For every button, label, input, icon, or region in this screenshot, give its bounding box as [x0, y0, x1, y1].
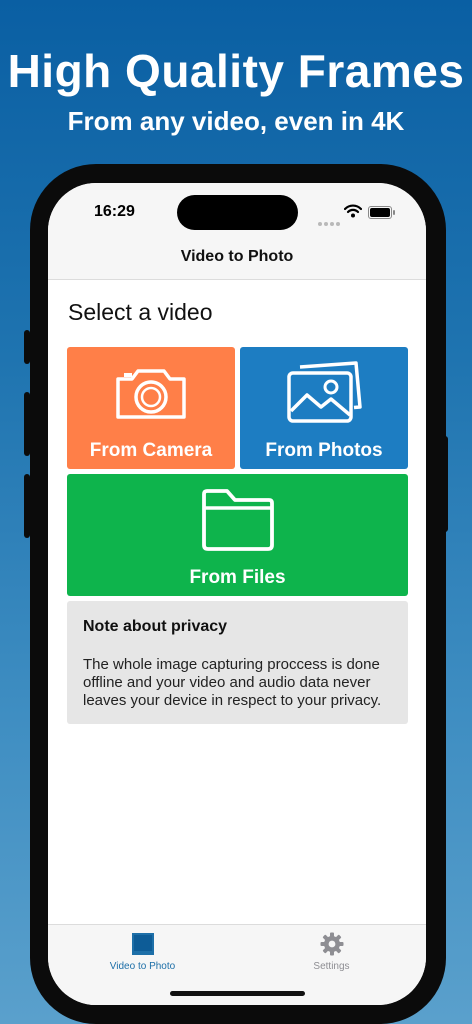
section-title: Select a video	[68, 299, 213, 325]
side-button-power	[442, 436, 448, 532]
from-camera-button[interactable]: From Camera	[67, 347, 235, 469]
promo-subline: From any video, even in 4K	[67, 106, 405, 136]
tab-video-to-photo-label: Video to Photo	[109, 961, 176, 972]
tab-video-to-photo[interactable]: Video to Photo	[48, 925, 237, 985]
from-files-button[interactable]: From Files	[67, 474, 408, 596]
privacy-note: Note about privacy The whole image captu…	[67, 601, 408, 724]
tab-settings-label: Settings	[313, 961, 350, 972]
tab-settings[interactable]: Settings	[237, 925, 426, 985]
promo-headline: High Quality Frames	[7, 45, 465, 97]
privacy-body: The whole image capturing proccess is do…	[83, 656, 382, 709]
home-indicator	[170, 991, 305, 996]
nav-title: Video to Photo	[48, 237, 426, 280]
from-photos-label: From Photos	[265, 440, 383, 461]
side-button-volume-up	[24, 392, 30, 456]
camera-icon	[116, 369, 186, 419]
photo-frame-icon	[132, 933, 154, 955]
from-photos-button[interactable]: From Photos	[240, 347, 408, 469]
battery-icon	[368, 206, 395, 219]
dynamic-island	[177, 195, 298, 230]
from-files-label: From Files	[189, 567, 286, 588]
status-bar: 16:29	[48, 183, 426, 237]
status-time: 16:29	[94, 203, 135, 220]
photos-icon	[287, 361, 362, 423]
folder-icon	[202, 489, 274, 551]
side-button-action	[24, 330, 30, 364]
phone-screen: 16:29 Video to Photo Select a video From…	[48, 183, 426, 1005]
from-camera-label: From Camera	[89, 440, 213, 461]
wifi-icon	[344, 204, 362, 218]
gear-icon	[320, 932, 344, 956]
privacy-title: Note about privacy	[83, 618, 228, 635]
cellular-signal-icon	[318, 213, 342, 231]
side-button-volume-down	[24, 474, 30, 538]
